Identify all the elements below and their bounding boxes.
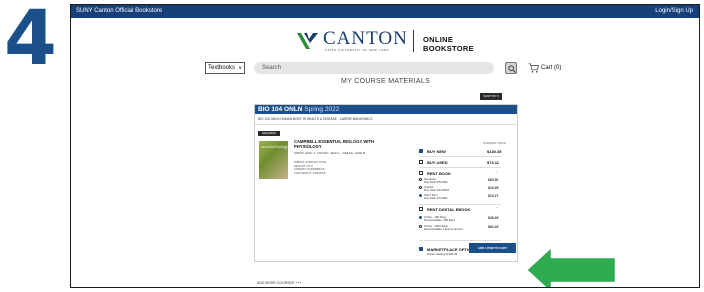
chevron-up-icon[interactable]: ⌃	[495, 206, 498, 211]
rent-name: Quarter Due back 2/14/2022	[424, 184, 450, 193]
sort-by-button[interactable]: SORT BY ▾	[480, 93, 502, 100]
price-header: CURRENT PRICE	[483, 141, 506, 145]
option-label: BUY NEW	[427, 148, 446, 154]
store-link[interactable]: SUNY Canton Official Bookstore	[76, 5, 162, 18]
book-copyright: COPYRIGHT: 1/30/2018	[294, 170, 326, 175]
store-logo[interactable]: CANTON STATE UNIVERSITY OF NEW YORK ONLI…	[297, 27, 497, 55]
checkbox-icon[interactable]	[419, 171, 423, 175]
ebook-name: Online - 1825 Days Downloadable: Lifetime…	[424, 223, 463, 232]
course-subtitle: BIO 104 ONLN HUMAN BODY IN HEALTH & DISE…	[258, 117, 373, 121]
checkbox-checked-icon[interactable]	[419, 247, 423, 251]
divider	[419, 240, 501, 241]
chevron-up-icon[interactable]: ⌃	[495, 170, 498, 175]
divider	[419, 204, 501, 205]
required-badge: REQUIRED	[258, 131, 280, 136]
ebook-price: $62.49	[488, 224, 499, 229]
divider	[255, 124, 517, 125]
login-link[interactable]: Login/Sign Up	[655, 5, 693, 18]
option-price: $73.11	[487, 159, 500, 165]
option-label: RENT BOOK	[427, 170, 451, 176]
ebook-name: Online - 180 Days Downloadable: 180 Days	[424, 214, 456, 223]
marketplace-note: Prices starting at $45.45	[427, 252, 458, 256]
search-icon	[508, 65, 516, 73]
cart-icon	[528, 63, 539, 73]
radio-selected-icon[interactable]	[419, 216, 422, 219]
cover-text: essential biology	[261, 144, 288, 149]
rent-price: $60.50	[488, 177, 499, 182]
cart-button[interactable]: Cart (0)	[528, 62, 568, 74]
rent-name: Short Term Due back 1/7/2022	[424, 192, 448, 201]
browser-frame: SUNY Canton Official Bookstore Login/Sig…	[70, 4, 700, 288]
logo-store-name: ONLINE BOOKSTORE	[423, 35, 474, 53]
course-term: Spring 2022	[304, 106, 340, 113]
checkbox-icon[interactable]	[419, 160, 423, 164]
divider	[419, 167, 501, 168]
category-value: Textbooks	[208, 65, 236, 71]
radio-icon[interactable]	[419, 186, 422, 189]
rent-name: Semester Due back 5/5/2022	[424, 176, 448, 185]
canton-logo-icon	[297, 33, 318, 49]
option-label: BUY USED	[427, 159, 448, 165]
logo-name: CANTON	[323, 28, 408, 49]
pointer-arrow-icon	[524, 244, 618, 287]
cart-label: Cart (0)	[541, 65, 562, 71]
radio-selected-icon[interactable]	[419, 194, 422, 197]
book-authors: SIMON, ERIC J., DICKEY, JEAN L., REECE, …	[294, 151, 366, 155]
chevron-down-icon: ∨	[238, 65, 242, 71]
course-card: BIO 104 ONLN Spring 2022 BIO 104 ONLN HU…	[254, 104, 518, 262]
add-to-cart-button[interactable]: ADD 1 ITEM TO CART	[469, 243, 516, 253]
radio-icon[interactable]	[419, 225, 422, 228]
screen: 4 SUNY Canton Official Bookstore Login/S…	[0, 0, 704, 292]
book-title: CAMPBELL ESSENTIAL BIOLOGY WITH PHYSIOLO…	[294, 139, 375, 149]
logo-subtitle: STATE UNIVERSITY OF NEW YORK	[325, 48, 390, 52]
course-header: BIO 104 ONLN Spring 2022	[255, 105, 517, 114]
course-code: BIO 104 ONLN	[258, 106, 303, 113]
radio-icon[interactable]	[419, 178, 422, 181]
checkbox-checked-icon[interactable]	[419, 149, 423, 153]
logo-divider	[413, 30, 414, 52]
checkbox-icon[interactable]	[419, 207, 423, 211]
search-input[interactable]: Search	[254, 62, 494, 74]
rent-price: $10.27	[488, 193, 499, 198]
book-meta: ISBN13: 9780134711751 EDITION: 6TH FORMA…	[294, 160, 326, 175]
book-cover-image: essential biology	[259, 141, 288, 179]
page-title: MY COURSE MATERIALS	[341, 78, 431, 85]
ebook-price: $49.49	[488, 215, 499, 220]
rent-price: $19.09	[488, 185, 499, 190]
step-number: 4	[4, 0, 57, 82]
top-bar: SUNY Canton Official Bookstore Login/Sig…	[71, 5, 699, 18]
option-price: $130.35	[487, 148, 502, 154]
divider	[419, 156, 501, 157]
category-select[interactable]: Textbooks ∨	[205, 62, 245, 74]
sort-label: SORT BY	[483, 94, 497, 98]
option-label: RENT DIGITAL EBOOK	[427, 206, 471, 212]
search-button[interactable]	[505, 62, 517, 74]
add-more-courses-link[interactable]: ADD MORE COURSES +++	[257, 281, 301, 285]
